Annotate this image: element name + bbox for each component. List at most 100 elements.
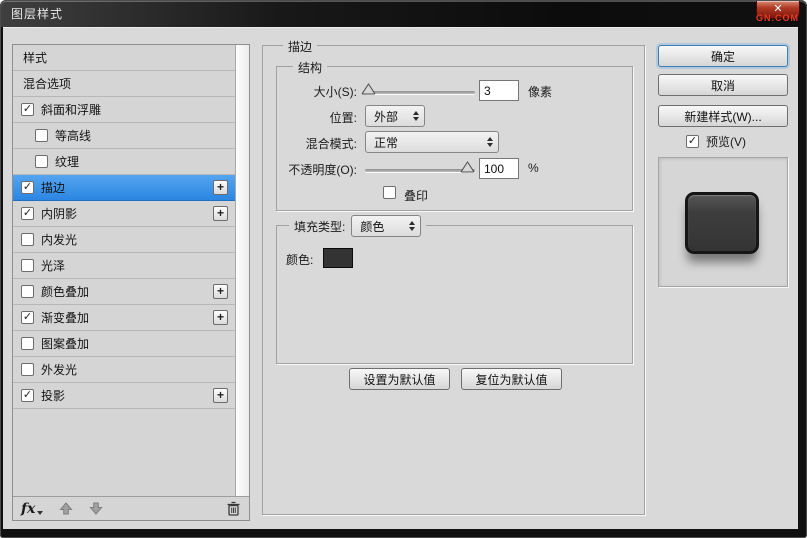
size-row: 大小(S): 像素 bbox=[277, 79, 632, 103]
color-label: 颜色: bbox=[286, 251, 313, 268]
sidebar-item-color-overlay[interactable]: 颜色叠加+ bbox=[13, 279, 235, 305]
sidebar-item-stroke[interactable]: ✓描边+ bbox=[13, 175, 235, 201]
effect-checkbox-satin[interactable] bbox=[21, 259, 34, 272]
new-style-button[interactable]: 新建样式(W)... bbox=[658, 105, 788, 127]
add-effect-instance-button[interactable]: + bbox=[213, 180, 228, 195]
size-slider-track[interactable] bbox=[365, 91, 475, 94]
style-list-panel: 样式混合选项✓斜面和浮雕等高线纹理✓描边+✓内阴影+内发光光泽颜色叠加+✓渐变叠… bbox=[12, 44, 250, 521]
reset-default-button[interactable]: 复位为默认值 bbox=[461, 368, 562, 390]
sidebar-item-label: 样式 bbox=[23, 49, 47, 66]
opacity-row: 不透明度(O): % bbox=[277, 157, 632, 181]
style-list: 样式混合选项✓斜面和浮雕等高线纹理✓描边+✓内阴影+内发光光泽颜色叠加+✓渐变叠… bbox=[13, 45, 249, 496]
cancel-button[interactable]: 取消 bbox=[658, 74, 788, 96]
overprint-row: 叠印 bbox=[277, 183, 632, 207]
position-row: 位置: 外部 bbox=[277, 105, 632, 129]
sidebar-item-pattern-overlay[interactable]: 图案叠加 bbox=[13, 331, 235, 357]
layer-style-dialog: 图层样式 ✕ GN.COM 样式混合选项✓斜面和浮雕等高线纹理✓描边+✓内阴影+… bbox=[0, 0, 807, 538]
preview-thumbnail bbox=[685, 192, 759, 254]
opacity-label: 不透明度(O): bbox=[277, 161, 357, 178]
style-list-scrollbar[interactable] bbox=[235, 45, 249, 496]
blend-mode-dropdown[interactable]: 正常 bbox=[365, 131, 499, 153]
add-effect-instance-button[interactable]: + bbox=[213, 206, 228, 221]
sidebar-item-label: 纹理 bbox=[55, 153, 79, 170]
opacity-slider-track[interactable] bbox=[365, 169, 475, 172]
dialog-body: 样式混合选项✓斜面和浮雕等高线纹理✓描边+✓内阴影+内发光光泽颜色叠加+✓渐变叠… bbox=[3, 27, 798, 529]
sidebar-item-outer-glow[interactable]: 外发光 bbox=[13, 357, 235, 383]
preview-box bbox=[658, 157, 788, 287]
move-effect-down-button[interactable] bbox=[89, 502, 103, 515]
delete-effect-button[interactable] bbox=[226, 501, 241, 516]
sidebar-item-label: 图案叠加 bbox=[41, 335, 89, 352]
opacity-slider-thumb[interactable] bbox=[460, 161, 475, 176]
position-value: 外部 bbox=[374, 108, 398, 125]
style-list-footer: fx bbox=[13, 496, 249, 520]
effect-checkbox-drop-shadow[interactable]: ✓ bbox=[21, 389, 34, 402]
sidebar-item-blending-options[interactable]: 混合选项 bbox=[13, 71, 235, 97]
sidebar-item-bevel-emboss[interactable]: ✓ 斜面和浮雕 bbox=[13, 97, 235, 123]
title-bar[interactable]: 图层样式 ✕ GN.COM bbox=[1, 1, 806, 27]
sidebar-item-styles[interactable]: 样式 bbox=[13, 45, 235, 71]
watermark-text: GN.COM bbox=[756, 13, 799, 23]
sidebar-item-gradient-overlay[interactable]: ✓ 渐变叠加 + bbox=[13, 305, 235, 331]
sidebar-item-label: 渐变叠加 bbox=[41, 309, 89, 326]
arrow-up-icon bbox=[59, 502, 73, 515]
fx-menu-button[interactable]: fx bbox=[21, 501, 35, 517]
effect-checkbox-inner-shadow[interactable]: ✓ bbox=[21, 207, 34, 220]
preview-checkbox[interactable]: ✓ bbox=[686, 135, 699, 148]
stroke-group-legend: 描边 bbox=[283, 38, 317, 55]
overprint-checkbox[interactable] bbox=[383, 186, 396, 199]
fill-type-value: 颜色 bbox=[360, 218, 384, 235]
effect-checkbox-bevel-emboss[interactable]: ✓ bbox=[21, 103, 34, 116]
blend-mode-label: 混合模式: bbox=[277, 135, 357, 152]
fx-menu-caret-icon bbox=[37, 511, 43, 515]
opacity-unit: % bbox=[528, 161, 539, 175]
size-label: 大小(S): bbox=[277, 83, 357, 100]
effect-checkbox-contour[interactable] bbox=[35, 129, 48, 142]
fill-type-dropdown[interactable]: 颜色 bbox=[351, 215, 421, 237]
ok-button[interactable]: 确定 bbox=[658, 45, 788, 67]
effect-checkbox-inner-glow[interactable] bbox=[21, 233, 34, 246]
effect-checkbox-texture[interactable] bbox=[35, 155, 48, 168]
position-dropdown[interactable]: 外部 bbox=[365, 105, 425, 127]
effect-checkbox-gradient-overlay[interactable]: ✓ bbox=[21, 311, 34, 324]
add-effect-instance-button[interactable]: + bbox=[213, 284, 228, 299]
sidebar-item-texture[interactable]: 纹理 bbox=[13, 149, 235, 175]
overprint-label: 叠印 bbox=[404, 187, 428, 204]
sidebar-item-inner-shadow[interactable]: ✓ 内阴影 + bbox=[13, 201, 235, 227]
arrow-down-icon bbox=[89, 502, 103, 515]
blend-mode-value: 正常 bbox=[374, 134, 398, 151]
dialog-title: 图层样式 bbox=[11, 1, 63, 27]
preview-label: 预览(V) bbox=[706, 133, 746, 150]
sidebar-item-label: 投影 bbox=[41, 387, 65, 404]
effect-checkbox-outer-glow[interactable] bbox=[21, 363, 34, 376]
sidebar-item-label: 斜面和浮雕 bbox=[41, 101, 101, 118]
size-slider-thumb[interactable] bbox=[361, 83, 376, 98]
stroke-color-swatch[interactable] bbox=[323, 248, 353, 268]
spinner-arrows-icon bbox=[487, 137, 493, 147]
sidebar-item-inner-glow[interactable]: 内发光 bbox=[13, 227, 235, 253]
stroke-group: 描边 结构 大小(S): 像素 位置: 外部 bbox=[262, 45, 645, 515]
cancel-label: 取消 bbox=[711, 77, 735, 94]
effect-checkbox-pattern-overlay[interactable] bbox=[21, 337, 34, 350]
effect-checkbox-stroke[interactable]: ✓ bbox=[21, 181, 34, 194]
add-effect-instance-button[interactable]: + bbox=[213, 388, 228, 403]
set-default-button[interactable]: 设置为默认值 bbox=[349, 368, 450, 390]
sidebar-item-drop-shadow[interactable]: ✓ 投影 + bbox=[13, 383, 235, 409]
sidebar-item-label: 光泽 bbox=[41, 257, 65, 274]
sidebar-item-label: 内阴影 bbox=[41, 205, 77, 222]
spinner-arrows-icon bbox=[413, 111, 419, 121]
sidebar-item-contour[interactable]: 等高线 bbox=[13, 123, 235, 149]
sidebar-item-label: 内发光 bbox=[41, 231, 77, 248]
position-label: 位置: bbox=[277, 109, 357, 126]
structure-group: 结构 大小(S): 像素 位置: 外部 bbox=[276, 66, 633, 211]
sidebar-item-satin[interactable]: 光泽 bbox=[13, 253, 235, 279]
opacity-input[interactable] bbox=[479, 158, 519, 179]
add-effect-instance-button[interactable]: + bbox=[213, 310, 228, 325]
move-effect-up-button[interactable] bbox=[59, 502, 73, 515]
size-input[interactable] bbox=[479, 80, 519, 101]
fill-type-group: 填充类型: 颜色 颜色: bbox=[276, 225, 633, 364]
spinner-arrows-icon bbox=[409, 221, 415, 231]
effect-checkbox-color-overlay[interactable] bbox=[21, 285, 34, 298]
fill-type-legend: 填充类型: 颜色 bbox=[289, 215, 426, 237]
sidebar-item-label: 等高线 bbox=[55, 127, 91, 144]
